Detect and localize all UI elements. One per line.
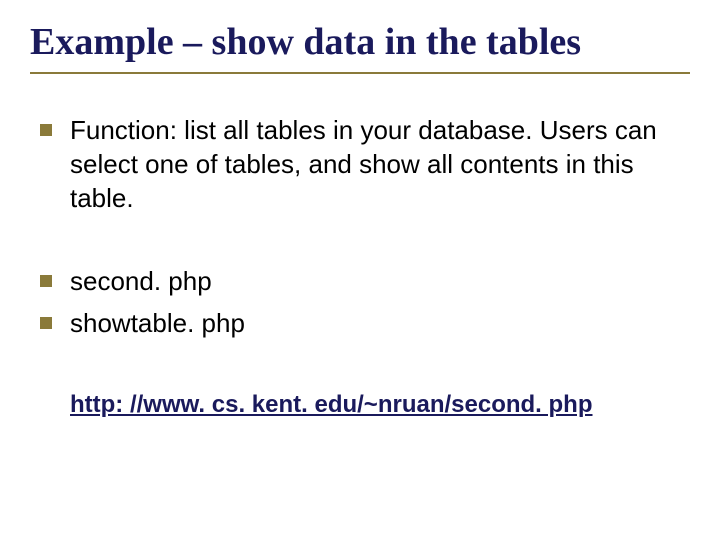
bullet-square-icon — [40, 317, 52, 329]
bullet-text: showtable. php — [70, 307, 245, 341]
bullet-text: second. php — [70, 265, 212, 299]
list-item: showtable. php — [40, 307, 690, 341]
page-title: Example – show data in the tables — [30, 20, 690, 64]
list-item: second. php — [40, 265, 690, 299]
bullet-square-icon — [40, 275, 52, 287]
url-link[interactable]: http: //www. cs. kent. edu/~nruan/second… — [70, 391, 593, 418]
bullet-group-1: Function: list all tables in your databa… — [40, 114, 690, 215]
list-item: Function: list all tables in your databa… — [40, 114, 690, 215]
link-container: http: //www. cs. kent. edu/~nruan/second… — [40, 391, 690, 419]
title-container: Example – show data in the tables — [30, 20, 690, 74]
bullet-group-2: second. php showtable. php — [40, 265, 690, 341]
bullet-text: Function: list all tables in your databa… — [70, 114, 690, 215]
content-area: Function: list all tables in your databa… — [30, 114, 690, 419]
bullet-square-icon — [40, 124, 52, 136]
